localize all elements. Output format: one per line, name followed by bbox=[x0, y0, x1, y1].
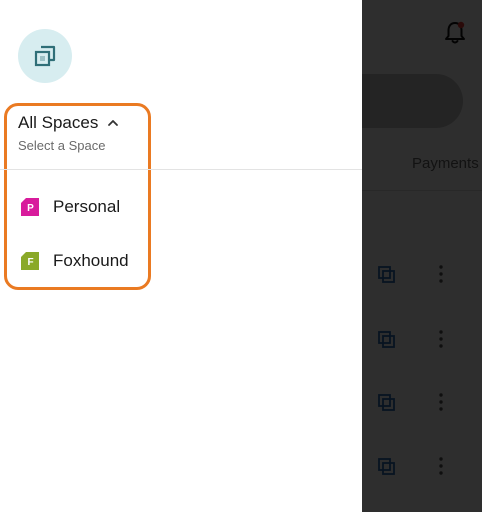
space-selector-toggle[interactable]: All Spaces Select a Space bbox=[18, 113, 119, 153]
spaces-subtitle: Select a Space bbox=[18, 138, 106, 153]
navigation-drawer: All Spaces Select a Space P Personal F F… bbox=[0, 0, 362, 512]
space-item-personal[interactable]: P Personal bbox=[18, 192, 120, 222]
copy-icon[interactable] bbox=[378, 331, 396, 349]
notification-bell-icon[interactable] bbox=[441, 19, 469, 47]
more-vert-icon[interactable] bbox=[434, 392, 448, 412]
space-badge-icon: P bbox=[21, 198, 39, 216]
space-item-label: Foxhound bbox=[53, 251, 129, 270]
space-badge-icon: F bbox=[21, 252, 39, 270]
more-vert-icon[interactable] bbox=[434, 329, 448, 349]
chevron-up-icon bbox=[108, 120, 119, 126]
copy-icon[interactable] bbox=[378, 394, 396, 412]
more-vert-icon[interactable] bbox=[434, 456, 448, 476]
drawer-divider bbox=[0, 169, 362, 170]
copy-icon[interactable] bbox=[378, 458, 396, 476]
space-item-label: Personal bbox=[53, 197, 121, 216]
space-badge-letter: F bbox=[27, 257, 33, 268]
spaces-title: All Spaces bbox=[18, 113, 99, 132]
space-item-foxhound[interactable]: F Foxhound bbox=[18, 246, 129, 276]
more-vert-icon[interactable] bbox=[434, 264, 448, 284]
app-logo[interactable] bbox=[18, 29, 72, 83]
tab-payments[interactable]: Payments bbox=[412, 155, 479, 172]
app-logo-icon bbox=[34, 45, 56, 67]
copy-icon[interactable] bbox=[378, 266, 396, 284]
space-badge-letter: P bbox=[27, 203, 34, 214]
